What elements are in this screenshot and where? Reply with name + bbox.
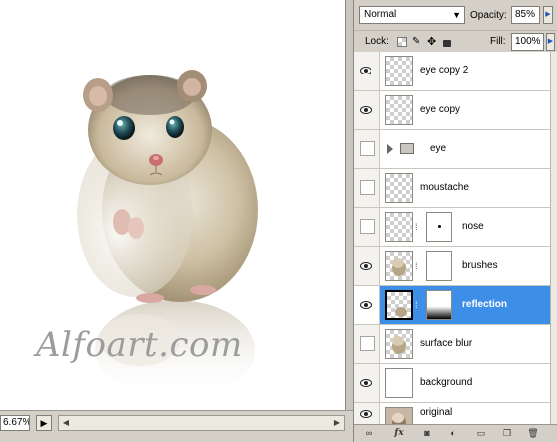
zoom-level-field[interactable]: 6.67% bbox=[0, 415, 30, 431]
dropdown-arrow-icon: ▼ bbox=[452, 10, 461, 20]
eye-icon bbox=[360, 410, 372, 418]
layer-name[interactable]: nose bbox=[462, 221, 484, 232]
visibility-toggle[interactable] bbox=[354, 325, 380, 363]
layers-vertical-scrollbar[interactable] bbox=[550, 52, 557, 424]
visibility-toggle[interactable] bbox=[354, 286, 380, 324]
layer-row[interactable]: original bbox=[354, 403, 550, 424]
lock-transparency-icon[interactable] bbox=[397, 37, 407, 47]
visibility-toggle[interactable] bbox=[354, 169, 380, 207]
folder-icon bbox=[400, 143, 414, 154]
new-group-folder-icon[interactable]: ▭ bbox=[474, 427, 488, 440]
blend-mode-value: Normal bbox=[364, 9, 397, 20]
layer-name[interactable]: moustache bbox=[420, 182, 469, 193]
visibility-toggle[interactable] bbox=[354, 364, 380, 402]
hamster-thumb-icon bbox=[392, 336, 406, 354]
visibility-empty-box bbox=[360, 219, 375, 234]
layer-name[interactable]: eye copy 2 bbox=[420, 65, 468, 76]
layer-thumbnail bbox=[385, 290, 413, 320]
visibility-toggle[interactable] bbox=[354, 52, 380, 90]
eye-icon bbox=[360, 262, 372, 270]
layers-panel: Normal ▼ Opacity: 85% ▶ Lock: ✎ ✥ Fill: … bbox=[353, 0, 557, 442]
blend-mode-select[interactable]: Normal ▼ bbox=[359, 6, 465, 24]
document-canvas[interactable]: Alfoart.com bbox=[0, 0, 345, 410]
visibility-toggle[interactable] bbox=[354, 208, 380, 246]
layer-row[interactable]: ⁞ brushes bbox=[354, 247, 550, 286]
fill-slider-arrow-icon[interactable]: ▶ bbox=[546, 33, 555, 51]
layer-thumbnail bbox=[385, 56, 413, 86]
scroll-right-arrow-icon[interactable]: ▶ bbox=[330, 416, 344, 430]
opacity-slider-arrow-icon[interactable]: ▶ bbox=[543, 6, 553, 24]
chain-link-icon[interactable]: ⁞ bbox=[415, 300, 421, 311]
opacity-field[interactable]: 85% bbox=[511, 6, 540, 24]
eye-icon bbox=[360, 301, 372, 309]
visibility-toggle[interactable] bbox=[354, 130, 380, 168]
hamster-thumb-icon bbox=[392, 258, 406, 276]
layer-thumbnail bbox=[385, 329, 413, 359]
opacity-label: Opacity: bbox=[470, 10, 507, 21]
new-layer-icon[interactable]: ❐ bbox=[500, 427, 514, 440]
layer-row[interactable]: eye copy 2 bbox=[354, 52, 550, 91]
layer-row[interactable]: eye copy bbox=[354, 91, 550, 130]
layer-mask-thumbnail[interactable] bbox=[426, 212, 452, 242]
layer-row-selected[interactable]: ⁞ reflection bbox=[354, 286, 550, 325]
lock-brush-icon[interactable]: ✎ bbox=[412, 37, 422, 47]
expand-triangle-icon[interactable] bbox=[387, 144, 393, 154]
layer-name[interactable]: reflection bbox=[462, 299, 507, 310]
blend-opacity-row: Normal ▼ Opacity: 85% ▶ bbox=[354, 0, 557, 30]
lock-label: Lock: bbox=[365, 36, 389, 47]
lock-move-icon[interactable]: ✥ bbox=[427, 37, 437, 48]
eye-icon bbox=[360, 379, 372, 387]
layer-name[interactable]: background bbox=[420, 377, 472, 388]
scroll-left-arrow-icon[interactable]: ◀ bbox=[59, 416, 73, 430]
layer-name[interactable]: eye bbox=[430, 143, 446, 154]
status-info-button[interactable]: ▶ bbox=[36, 415, 52, 431]
chain-link-icon[interactable]: ⁞ bbox=[415, 222, 421, 233]
hamster-thumb-icon bbox=[392, 413, 406, 424]
hamster-thumb-icon bbox=[395, 307, 407, 317]
adjustment-layer-icon[interactable]: ◐ bbox=[446, 427, 460, 440]
mask-dot bbox=[438, 225, 441, 228]
layer-style-fx-icon[interactable]: fx bbox=[392, 427, 406, 440]
layer-row[interactable]: moustache bbox=[354, 169, 550, 208]
link-layers-icon[interactable]: ∞ bbox=[362, 427, 376, 440]
add-mask-icon[interactable]: ◙ bbox=[420, 427, 434, 440]
layer-mask-thumbnail[interactable] bbox=[426, 290, 452, 320]
layer-name[interactable]: brushes bbox=[462, 260, 498, 271]
layers-list: eye copy 2 eye copy eye moustache ⁞ nose… bbox=[354, 52, 557, 424]
layer-thumbnail bbox=[385, 95, 413, 125]
visibility-empty-box bbox=[360, 141, 375, 156]
layer-name[interactable]: original bbox=[420, 407, 452, 418]
layer-thumbnail bbox=[385, 251, 413, 281]
layer-thumbnail bbox=[385, 407, 413, 424]
watermark-text: Alfoart.com bbox=[36, 325, 243, 365]
visibility-empty-box bbox=[360, 180, 375, 195]
visibility-toggle[interactable] bbox=[354, 403, 380, 424]
fill-field[interactable]: 100% bbox=[511, 33, 544, 51]
layer-group-row[interactable]: eye bbox=[354, 130, 550, 169]
delete-trash-icon[interactable]: 🗑 bbox=[526, 427, 540, 440]
lock-all-icon[interactable] bbox=[443, 40, 451, 47]
layer-thumbnail bbox=[385, 368, 413, 398]
eye-icon bbox=[360, 67, 371, 74]
layer-row[interactable]: ⁞ nose bbox=[354, 208, 550, 247]
canvas-frame bbox=[345, 0, 353, 410]
layer-row[interactable]: background bbox=[354, 364, 550, 403]
eye-icon bbox=[360, 106, 372, 114]
visibility-toggle[interactable] bbox=[354, 91, 380, 129]
layer-thumbnail bbox=[385, 173, 413, 203]
document-status-bar: 6.67% ▶ ◀ ▶ bbox=[0, 410, 353, 442]
visibility-toggle[interactable] bbox=[354, 247, 380, 285]
fill-label: Fill: bbox=[490, 36, 506, 47]
layers-bottom-toolbar: ∞ fx ◙ ◐ ▭ ❐ 🗑 bbox=[354, 424, 557, 442]
chain-link-icon[interactable]: ⁞ bbox=[415, 261, 421, 272]
layer-thumbnail bbox=[385, 212, 413, 242]
layer-row[interactable]: surface blur bbox=[354, 325, 550, 364]
horizontal-scrollbar[interactable]: ◀ ▶ bbox=[58, 415, 345, 431]
layer-name[interactable]: eye copy bbox=[420, 104, 460, 115]
lock-row: Lock: ✎ ✥ Fill: 100% ▶ bbox=[354, 30, 557, 52]
visibility-empty-box bbox=[360, 336, 375, 351]
layer-name[interactable]: surface blur bbox=[420, 338, 472, 349]
layer-mask-thumbnail[interactable] bbox=[426, 251, 452, 281]
